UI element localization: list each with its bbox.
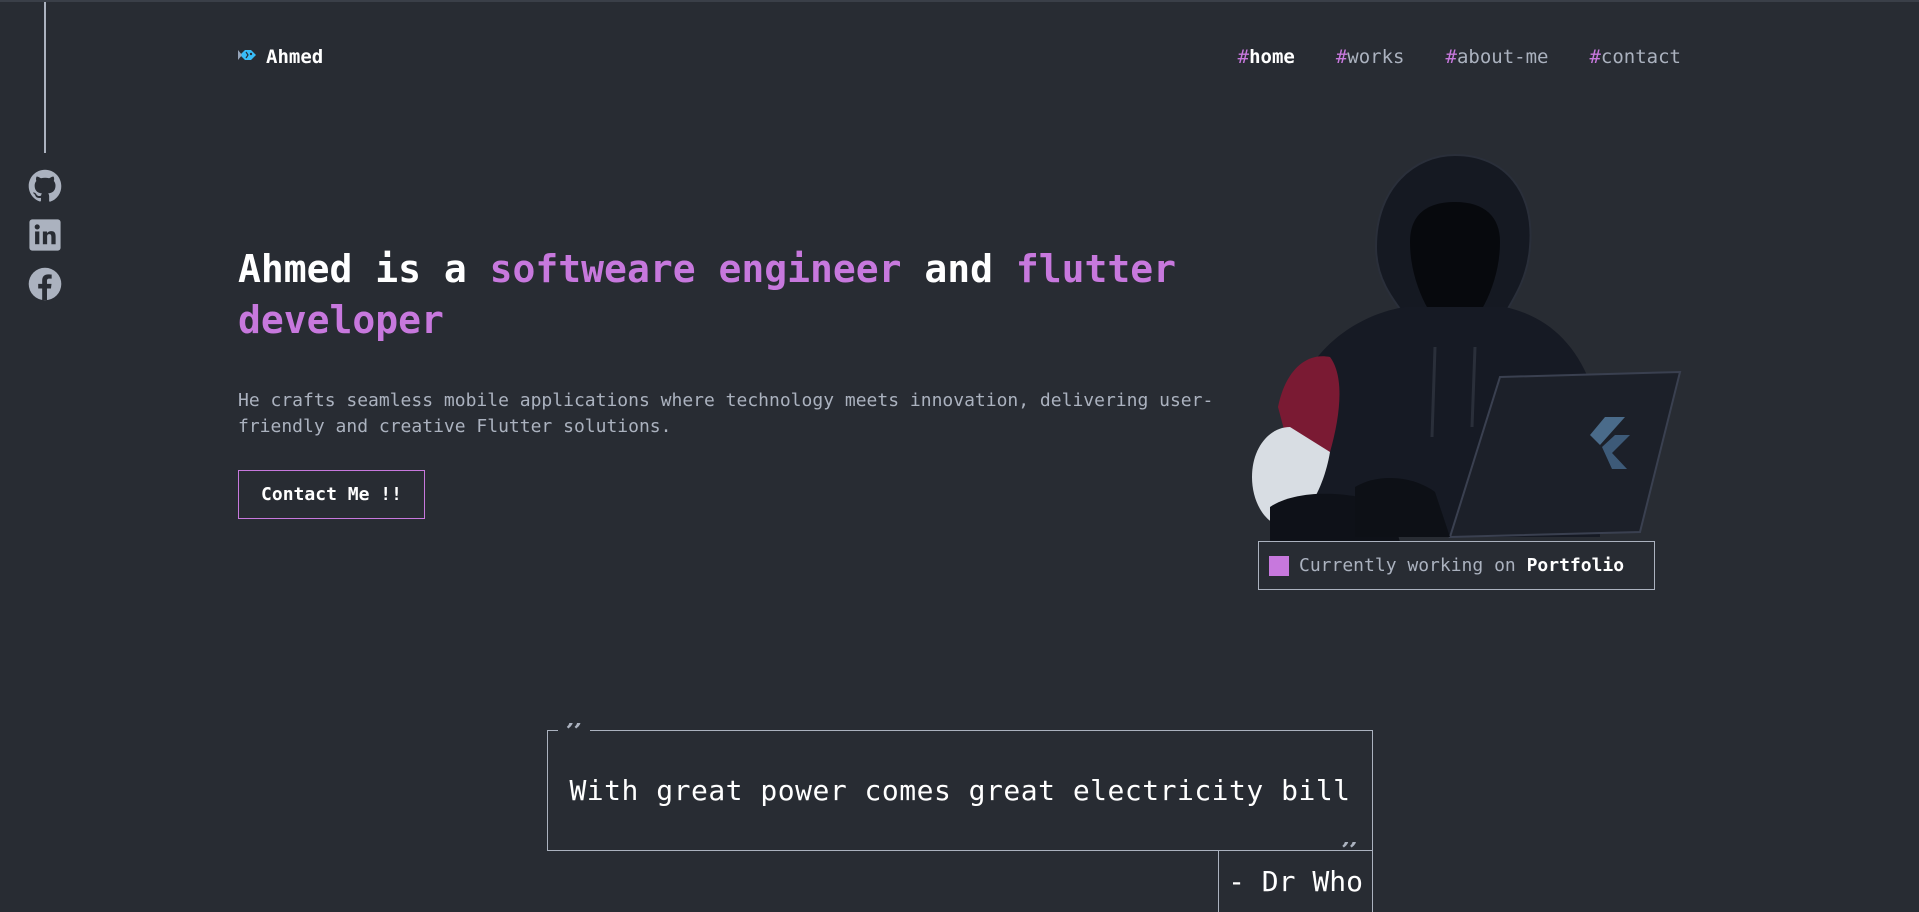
facebook-icon <box>28 267 62 301</box>
hero-title: Ahmed is a softweare engineer and flutte… <box>238 244 1198 346</box>
nav-label: contact <box>1600 46 1681 68</box>
quote-open-icon: ” <box>558 723 591 743</box>
github-icon <box>28 169 62 203</box>
linkedin-link[interactable] <box>28 218 62 252</box>
nav-hash: # <box>1237 46 1250 68</box>
quote-box: ” With great power comes great electrici… <box>547 723 1373 862</box>
nav-hash: # <box>1589 46 1601 68</box>
nav-link-works[interactable]: #works <box>1336 46 1405 68</box>
nav-link-about-me[interactable]: #about-me <box>1446 46 1549 68</box>
nav-link-home[interactable]: #home <box>1238 46 1295 68</box>
status-project-name: Portfolio <box>1526 555 1625 576</box>
nav-label: about-me <box>1456 46 1549 68</box>
nav-label: home <box>1249 46 1295 68</box>
nav-link-contact[interactable]: #contact <box>1589 46 1681 68</box>
github-link[interactable] <box>28 169 62 203</box>
status-square-icon <box>1269 555 1289 576</box>
side-vertical-line <box>44 2 46 153</box>
linkedin-icon <box>28 218 62 252</box>
quote-author: - Dr Who <box>1218 850 1373 912</box>
contact-me-button[interactable]: Contact Me !! <box>238 470 425 519</box>
status-prefix: Currently working on Portfolio <box>1299 555 1624 576</box>
top-navigation: #home #works #about-me #contact <box>1238 46 1681 68</box>
facebook-link[interactable] <box>28 267 62 301</box>
nav-hash: # <box>1445 46 1457 68</box>
hero-title-text: and <box>901 247 1016 291</box>
hooded-developer-illustration <box>1230 147 1690 547</box>
quote-text: With great power comes great electricity… <box>569 774 1351 807</box>
status-prefix-text: Currently working on <box>1299 555 1527 576</box>
hero-title-text: Ahmed is a <box>238 247 490 291</box>
hero-title-accent: softweare engineer <box>489 247 902 291</box>
brand-name: Ahmed <box>266 46 324 68</box>
current-project-status: Currently working on Portfolio <box>1258 541 1655 590</box>
fish-logo-icon <box>238 47 258 67</box>
hero-description: He crafts seamless mobile applications w… <box>238 390 1214 437</box>
nav-label: works <box>1347 46 1405 68</box>
nav-hash: # <box>1335 46 1348 68</box>
brand-logo[interactable]: Ahmed <box>238 46 323 68</box>
